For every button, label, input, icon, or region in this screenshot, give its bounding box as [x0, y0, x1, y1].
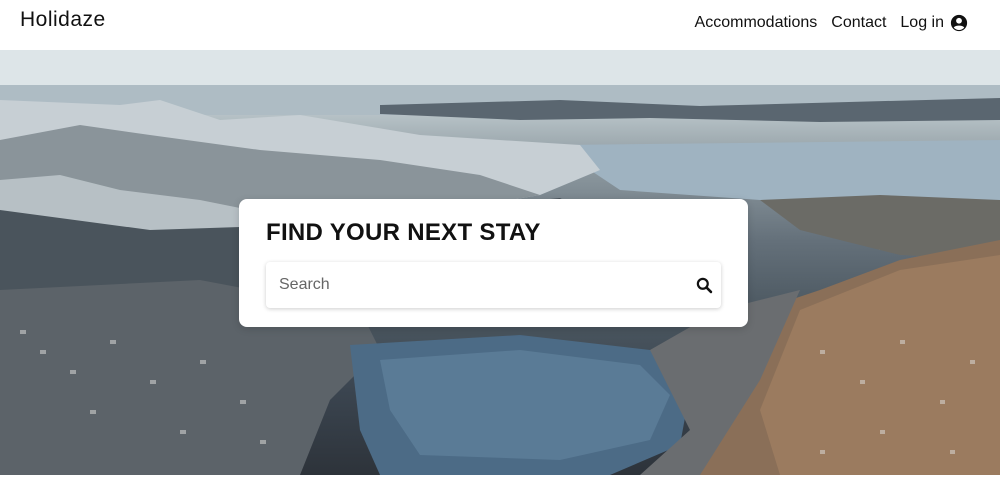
login-link[interactable]: Log in [900, 14, 968, 32]
site-logo[interactable]: Holidaze [20, 8, 106, 32]
main-nav: Accommodations Contact Log in [695, 14, 968, 32]
user-circle-icon [950, 14, 968, 32]
nav-accommodations-link[interactable]: Accommodations [695, 14, 818, 32]
nav-contact-link[interactable]: Contact [831, 14, 886, 32]
search-button[interactable] [693, 274, 715, 296]
top-navbar: Holidaze Accommodations Contact Log in [0, 0, 1000, 50]
login-label: Log in [900, 14, 944, 31]
search-card: FIND YOUR NEXT STAY [239, 199, 748, 327]
page-bottom [0, 475, 1000, 500]
search-title: FIND YOUR NEXT STAY [266, 219, 541, 246]
search-box [266, 262, 721, 308]
search-input[interactable] [266, 262, 694, 308]
search-icon [696, 277, 712, 293]
